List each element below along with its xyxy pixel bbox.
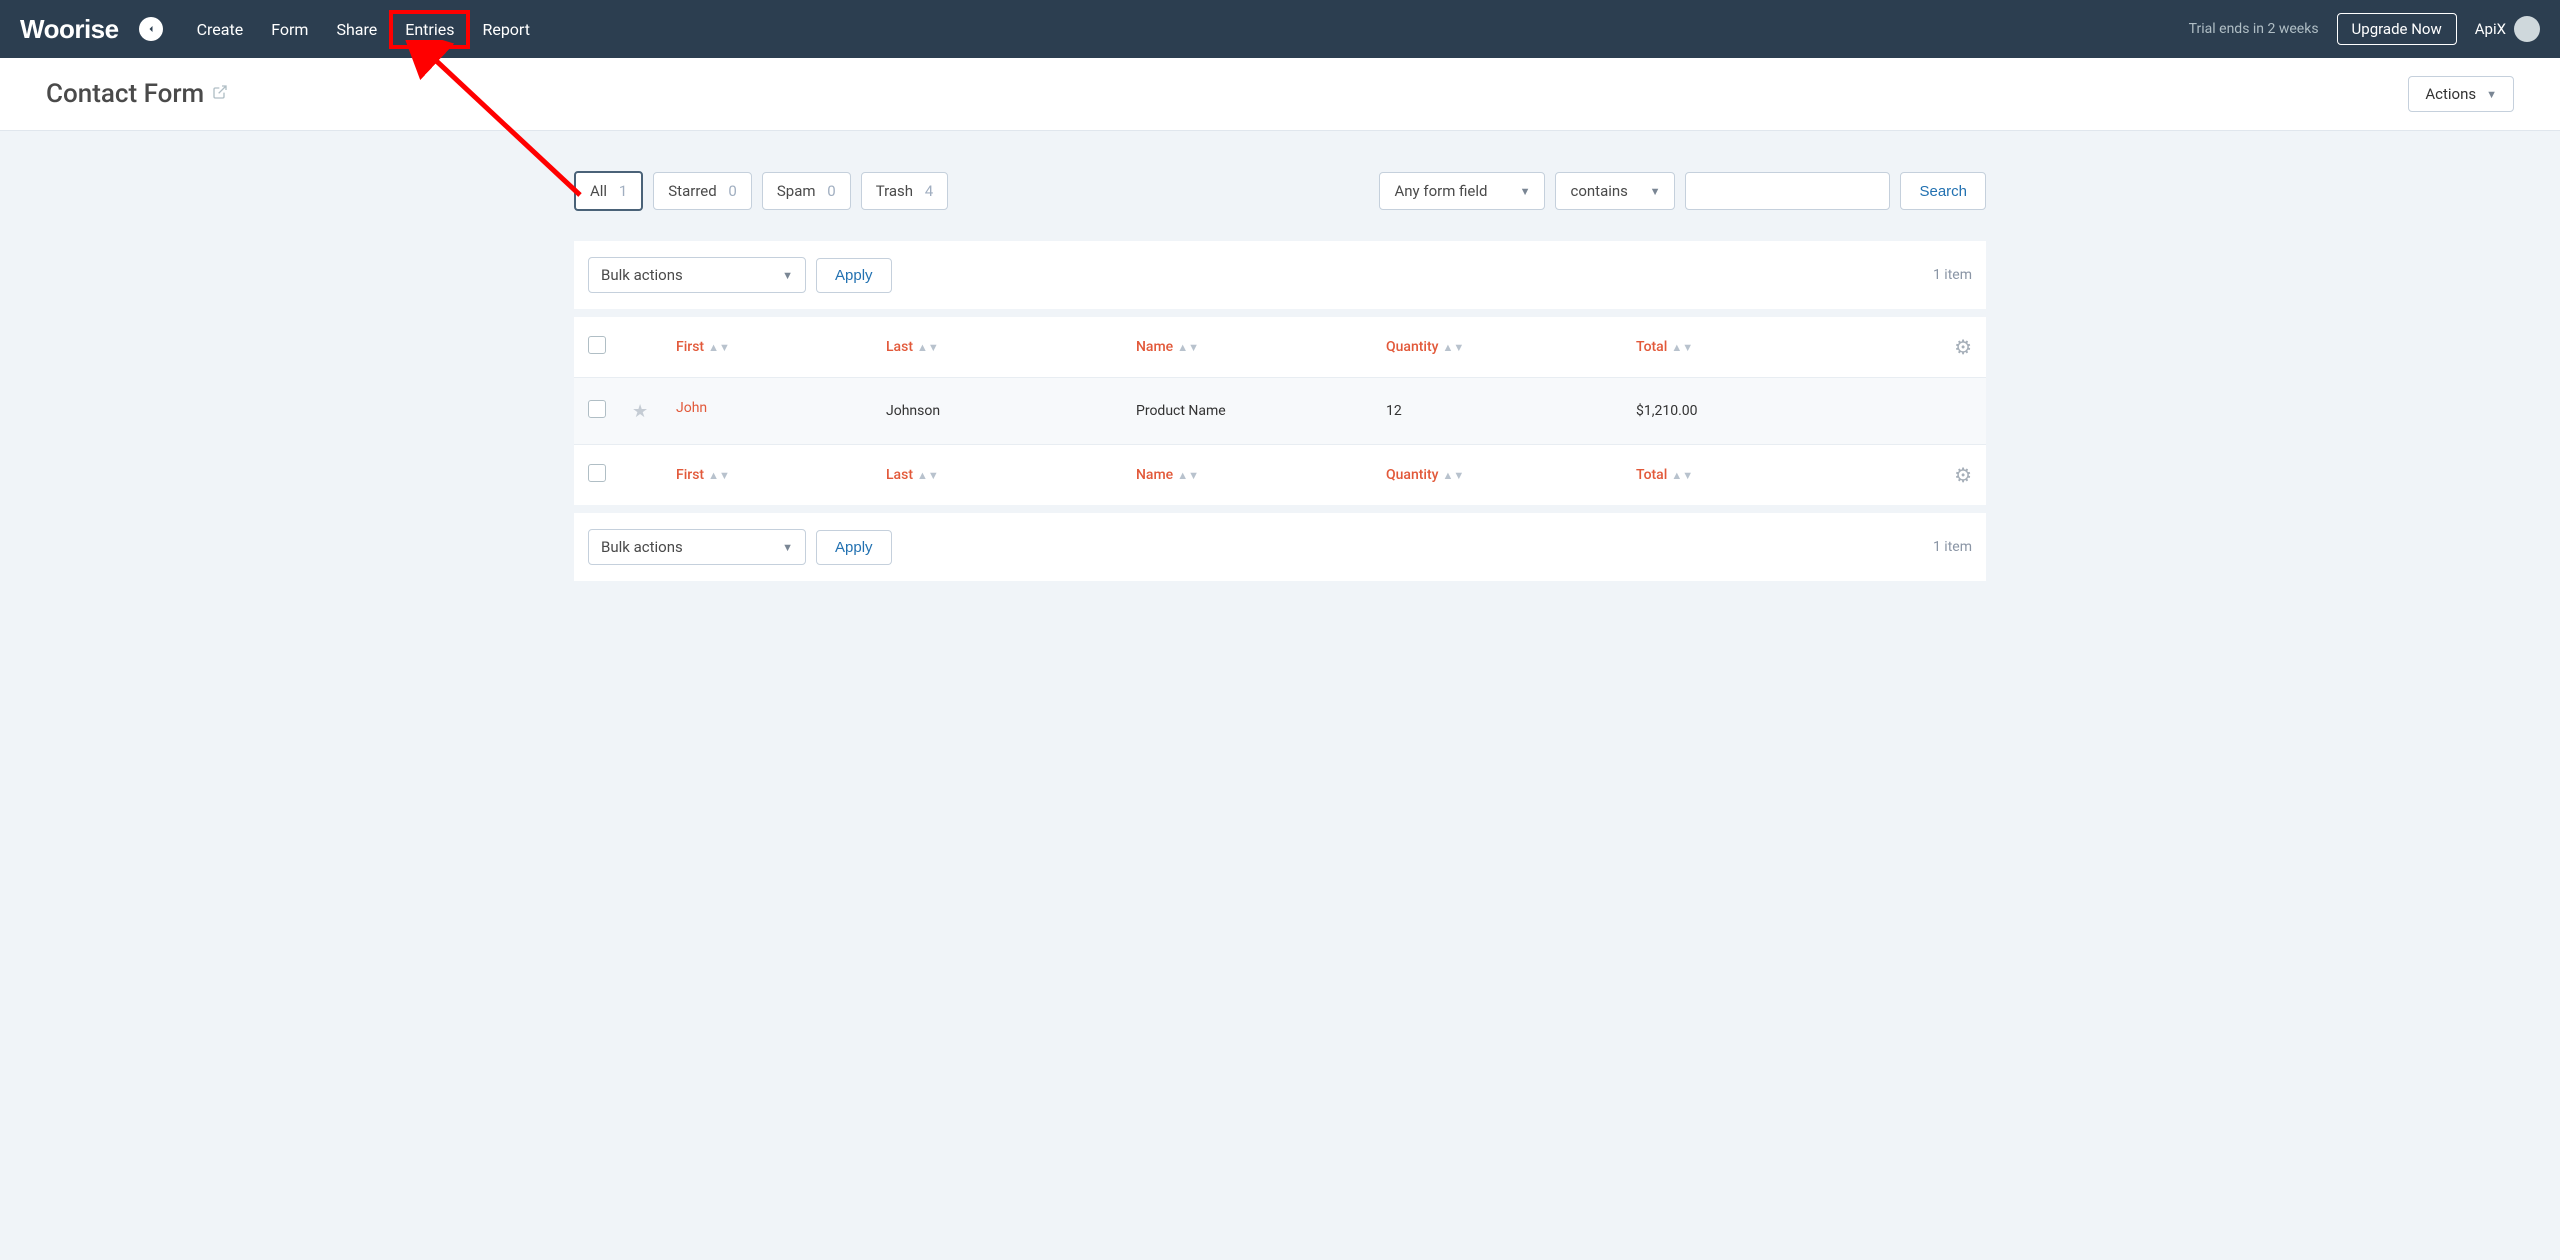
entry-total: $1,210.00 (1636, 403, 1932, 419)
sort-icon: ▲▼ (708, 469, 730, 482)
actions-label: Actions (2425, 85, 2476, 103)
topnav-right: Trial ends in 2 weeks Upgrade Now ApiX (2189, 13, 2540, 45)
bulk-actions-label: Bulk actions (601, 538, 683, 556)
table-row: ★ John Johnson Product Name 12 $1,210.00 (574, 378, 1986, 444)
entry-name: Product Name (1136, 403, 1386, 419)
operator-select[interactable]: contains (1555, 172, 1675, 210)
field-select-label: Any form field (1394, 182, 1487, 200)
col-last[interactable]: Last▲▼ (886, 339, 939, 355)
toolbar-bottom: Bulk actions Apply 1 item (574, 513, 1986, 581)
bulk-actions-select-bottom[interactable]: Bulk actions (588, 529, 806, 565)
entries-table: First▲▼ Last▲▼ Name▲▼ Quantity▲▼ Total▲▼… (574, 317, 1986, 505)
chevron-down-icon (782, 541, 793, 554)
brand-text: Woorise (20, 14, 119, 44)
filter-tab-count: 0 (827, 182, 835, 200)
sort-icon: ▲▼ (708, 341, 730, 354)
nav-entries[interactable]: Entries (391, 12, 468, 47)
operator-select-label: contains (1570, 182, 1627, 200)
row-checkbox[interactable] (588, 400, 606, 418)
item-count: 1 item (1933, 267, 1972, 283)
select-all-checkbox-footer[interactable] (588, 464, 606, 482)
nav-create[interactable]: Create (183, 12, 258, 47)
content: All 1 Starred 0 Spam 0 Trash 4 Any form … (574, 131, 1986, 629)
nav-share[interactable]: Share (322, 12, 391, 47)
entry-quantity: 12 (1386, 403, 1636, 419)
apply-button[interactable]: Apply (816, 258, 892, 293)
sort-icon: ▲▼ (1443, 341, 1465, 354)
col-total[interactable]: Total▲▼ (1636, 339, 1693, 355)
nav-items: Create Form Share Entries Report (183, 12, 544, 47)
user-menu[interactable]: ApiX (2475, 16, 2540, 42)
actions-button[interactable]: Actions (2408, 76, 2514, 112)
filter-tab-label: Spam (777, 182, 816, 200)
filter-tab-starred[interactable]: Starred 0 (653, 172, 752, 210)
item-count-bottom: 1 item (1933, 539, 1972, 555)
filter-tab-trash[interactable]: Trash 4 (861, 172, 949, 210)
col-name-f[interactable]: Name▲▼ (1136, 467, 1199, 483)
entry-first-link[interactable]: John (676, 400, 707, 416)
sort-icon: ▲▼ (917, 469, 939, 482)
chevron-left-icon (145, 23, 157, 35)
chevron-down-icon (1650, 185, 1661, 198)
search-area: Any form field contains Search (1379, 172, 1986, 210)
subheader: Contact Form Actions (0, 58, 2560, 131)
filter-tab-count: 4 (925, 182, 933, 200)
nav-form[interactable]: Form (257, 12, 322, 47)
select-all-checkbox[interactable] (588, 336, 606, 354)
bulk-actions-select[interactable]: Bulk actions (588, 257, 806, 293)
field-select[interactable]: Any form field (1379, 172, 1545, 210)
brand-logo: Woorise (20, 14, 119, 45)
col-first-f[interactable]: First▲▼ (676, 467, 730, 483)
username: ApiX (2475, 20, 2506, 38)
chevron-down-icon (2486, 88, 2497, 101)
sort-icon: ▲▼ (1671, 469, 1693, 482)
col-quantity[interactable]: Quantity▲▼ (1386, 339, 1464, 355)
filter-tab-label: Trash (876, 182, 913, 200)
filter-tab-count: 1 (619, 182, 627, 200)
filter-tab-label: All (590, 182, 607, 200)
avatar (2514, 16, 2540, 42)
star-icon[interactable]: ★ (632, 401, 648, 422)
chevron-down-icon (1520, 185, 1531, 198)
entry-last: Johnson (886, 403, 1136, 419)
bulk-actions-label: Bulk actions (601, 266, 683, 284)
sort-icon: ▲▼ (1177, 341, 1199, 354)
gear-icon[interactable]: ⚙ (1954, 335, 1972, 359)
search-input[interactable] (1685, 172, 1890, 210)
filter-tab-label: Starred (668, 182, 716, 200)
table-footer: First▲▼ Last▲▼ Name▲▼ Quantity▲▼ Total▲▼… (574, 444, 1986, 505)
filter-tab-all[interactable]: All 1 (574, 171, 643, 211)
filter-tab-spam[interactable]: Spam 0 (762, 172, 851, 210)
upgrade-button[interactable]: Upgrade Now (2337, 13, 2457, 45)
col-first[interactable]: First▲▼ (676, 339, 730, 355)
filter-row: All 1 Starred 0 Spam 0 Trash 4 Any form … (574, 171, 1986, 211)
table-header: First▲▼ Last▲▼ Name▲▼ Quantity▲▼ Total▲▼… (574, 317, 1986, 378)
col-name[interactable]: Name▲▼ (1136, 339, 1199, 355)
filter-tab-count: 0 (728, 182, 736, 200)
col-quantity-f[interactable]: Quantity▲▼ (1386, 467, 1464, 483)
sort-icon: ▲▼ (1443, 469, 1465, 482)
col-last-f[interactable]: Last▲▼ (886, 467, 939, 483)
apply-button-bottom[interactable]: Apply (816, 530, 892, 565)
external-link-icon[interactable] (212, 84, 228, 104)
back-button[interactable] (139, 17, 163, 41)
nav-report[interactable]: Report (468, 12, 544, 47)
top-nav: Woorise Create Form Share Entries Report… (0, 0, 2560, 58)
sort-icon: ▲▼ (1177, 469, 1199, 482)
gear-icon[interactable]: ⚙ (1954, 463, 1972, 487)
sort-icon: ▲▼ (1671, 341, 1693, 354)
chevron-down-icon (782, 269, 793, 282)
col-total-f[interactable]: Total▲▼ (1636, 467, 1693, 483)
trial-text: Trial ends in 2 weeks (2189, 21, 2319, 37)
toolbar-top: Bulk actions Apply 1 item (574, 241, 1986, 309)
search-button[interactable]: Search (1900, 172, 1986, 210)
sort-icon: ▲▼ (917, 341, 939, 354)
page-title: Contact Form (46, 79, 204, 109)
